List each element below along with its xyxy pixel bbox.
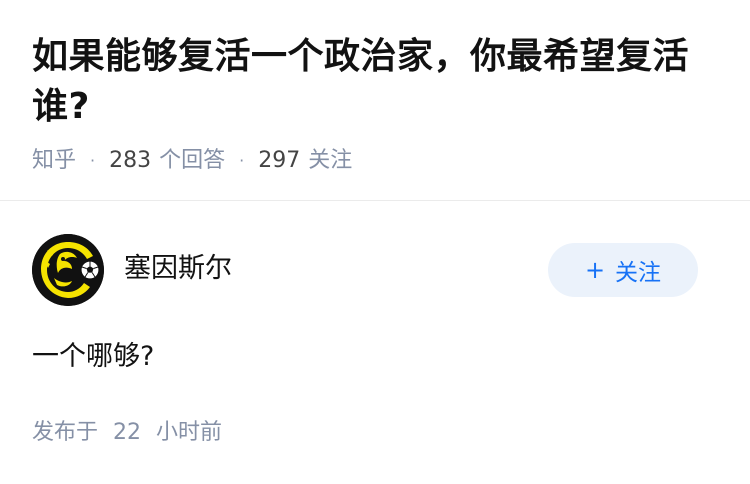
follower-count: 297 xyxy=(258,148,301,173)
meta-separator-dot: · xyxy=(239,151,245,170)
publish-time: 发布于 22 小时前 xyxy=(32,418,222,448)
answer-content[interactable]: 一个哪够? xyxy=(32,338,154,376)
section-divider xyxy=(0,200,750,201)
avatar[interactable] xyxy=(32,234,104,306)
follower-count-label[interactable]: 关注 xyxy=(308,146,352,176)
yellow-dragon-logo-icon xyxy=(32,234,104,306)
answer-count-label[interactable]: 个回答 xyxy=(159,146,225,176)
question-title[interactable]: 如果能够复活一个政治家，你最希望复活谁? xyxy=(32,32,722,132)
question-meta: 知乎 · 283 个回答 · 297 关注 xyxy=(32,146,722,176)
source-label[interactable]: 知乎 xyxy=(32,146,76,176)
plus-icon: + xyxy=(584,256,606,284)
question-header: 如果能够复活一个政治家，你最希望复活谁? 知乎 · 283 个回答 · 297 … xyxy=(32,32,722,176)
follow-button-label: 关注 xyxy=(615,260,662,286)
follow-button[interactable]: + 关注 xyxy=(548,243,698,297)
author-name[interactable]: 塞因斯尔 xyxy=(124,252,232,286)
publish-unit: 小时前 xyxy=(156,420,223,445)
publish-prefix: 发布于 xyxy=(32,420,99,445)
answer-count: 283 xyxy=(109,148,152,173)
answer-author-row: 塞因斯尔 + 关注 xyxy=(32,234,698,306)
publish-number: 22 xyxy=(113,420,142,445)
meta-separator-dot: · xyxy=(90,151,96,170)
